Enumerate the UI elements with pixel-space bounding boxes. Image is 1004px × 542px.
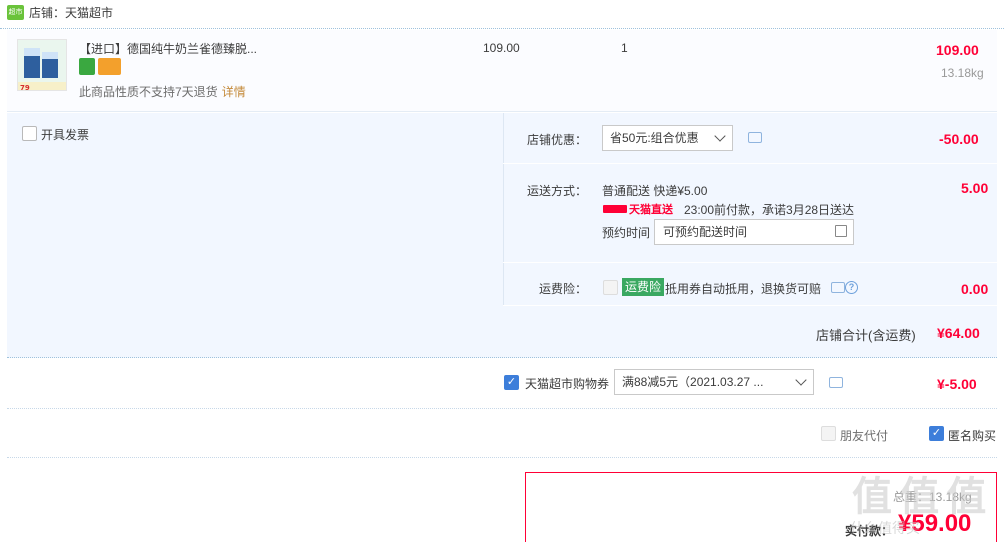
voucher-checkbox[interactable]: ✓ xyxy=(504,375,519,390)
friend-pay-label: 朋友代付 xyxy=(840,429,889,443)
return-policy-link[interactable]: 详情 xyxy=(222,85,246,99)
delivery-amount: 5.00 xyxy=(961,180,989,196)
watermark-text: 什么值得买 xyxy=(850,520,920,536)
thumb-price: 79 xyxy=(20,84,30,91)
shop-header xyxy=(0,0,1004,29)
insurance-desc: 抵用券自动抵用，退换货可赔 xyxy=(665,282,822,296)
insurance-label: 运费险： xyxy=(539,282,588,296)
voucher-amount: ¥-5.00 xyxy=(937,376,977,392)
item-unit-price: 109.00 xyxy=(483,41,520,55)
shop-total-amount: ¥64.00 xyxy=(937,325,980,341)
invoice-label: 开具发票 xyxy=(41,128,90,142)
voucher-row xyxy=(7,359,997,409)
delivery-method: 普通配送 快递¥5.00 xyxy=(602,184,708,198)
return-policy-note: 此商品性质不支持7天退货 详情 xyxy=(79,83,246,100)
shop-discount-amount: -50.00 xyxy=(939,131,979,147)
calendar-icon xyxy=(835,225,847,237)
tmall-direct-badge: 天猫直送 xyxy=(603,201,673,216)
insurance-amount: 0.00 xyxy=(961,281,989,297)
anonymous-label: 匿名购买 xyxy=(948,429,997,443)
shop-discount-label: 店铺优惠： xyxy=(527,133,588,147)
return-policy-text: 此商品性质不支持7天退货 xyxy=(79,85,218,99)
row-divider xyxy=(503,305,997,306)
schedule-label: 预约时间 xyxy=(602,226,651,240)
delivery-label: 运送方式： xyxy=(527,184,588,198)
shop-name[interactable]: 店铺：天猫超市 xyxy=(29,4,113,21)
voucher-selected: 满88减5元（2021.03.27 ... xyxy=(622,375,764,389)
item-title[interactable]: 【进口】德国纯牛奶兰雀德臻脱... xyxy=(79,40,257,57)
shop-discount-selected: 省50元:组合优惠 xyxy=(610,131,699,145)
chat-bubble-icon[interactable] xyxy=(829,377,843,388)
tmall-direct-text: 天猫直送 xyxy=(629,204,673,216)
help-icon[interactable]: ? xyxy=(845,281,858,294)
schedule-date-input[interactable]: 可预约配送时间 xyxy=(654,219,854,245)
anonymous-checkbox[interactable]: ✓ xyxy=(929,426,944,441)
milk-box-image-icon: 79 xyxy=(18,40,66,91)
watermark-logo: 值 值 值 xyxy=(852,475,986,519)
chat-bubble-icon[interactable] xyxy=(831,282,845,293)
voucher-select[interactable]: 满88减5元（2021.03.27 ... xyxy=(614,369,814,395)
card-badge-icon xyxy=(98,58,121,75)
tmall-supermarket-logo-icon: 超市 xyxy=(7,5,24,20)
chevron-down-icon xyxy=(795,374,807,386)
chat-bubble-icon[interactable] xyxy=(748,132,762,143)
invoice-checkbox[interactable] xyxy=(22,126,37,141)
item-quantity: 1 xyxy=(621,41,628,55)
delivery-promise: 23:00前付款，承诺3月28日送达 xyxy=(684,203,855,217)
chevron-down-icon xyxy=(714,130,726,142)
item-weight: 13.18kg xyxy=(941,66,984,80)
tmall-cat-icon xyxy=(603,205,627,213)
item-total-price: 109.00 xyxy=(936,42,979,58)
item-thumbnail[interactable]: 79 xyxy=(17,39,67,91)
voucher-label: 天猫超市购物券 xyxy=(525,377,610,391)
insurance-checkbox xyxy=(603,280,618,295)
shop-discount-select[interactable]: 省50元:组合优惠 xyxy=(602,125,733,151)
schedule-placeholder: 可预约配送时间 xyxy=(663,225,748,239)
row-divider xyxy=(503,163,997,164)
row-divider xyxy=(503,262,997,263)
friend-pay-checkbox xyxy=(821,426,836,441)
service-badge-icon xyxy=(79,58,95,75)
shop-total-label: 店铺合计(含运费) xyxy=(816,328,916,343)
insurance-tag: 运费险 xyxy=(622,278,665,296)
